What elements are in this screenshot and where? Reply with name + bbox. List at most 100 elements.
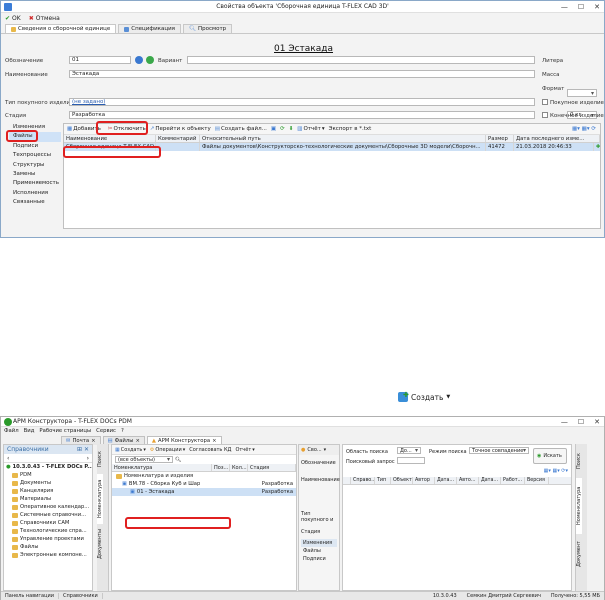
col-comment[interactable]: Комментарий bbox=[156, 135, 200, 142]
col-path[interactable]: Относительный путь bbox=[200, 135, 486, 142]
agree-kd-button[interactable]: Согласовать КД bbox=[189, 447, 231, 453]
object-filter-combo[interactable]: (все объекты) bbox=[115, 456, 173, 463]
nav-item-usage[interactable]: Применяемость bbox=[9, 179, 61, 188]
variant-field[interactable] bbox=[187, 56, 535, 64]
tree-item-electronics[interactable]: Электронные компоне... bbox=[4, 551, 92, 559]
download-icon[interactable]: ⬇ bbox=[289, 126, 294, 132]
vtab-search[interactable]: Поиск bbox=[97, 444, 103, 474]
tree-item-files[interactable]: Файлы bbox=[4, 543, 92, 551]
col-object[interactable]: Объект bbox=[391, 477, 413, 484]
tree-item-documents[interactable]: Документы bbox=[4, 479, 92, 487]
generate-icon[interactable] bbox=[146, 56, 154, 64]
search-view-options-icon[interactable]: ▦▾ ▦▾ ⟳▾ bbox=[544, 468, 568, 474]
ok-button[interactable]: ✔ OK bbox=[5, 15, 21, 22]
tree-item-materials[interactable]: Материалы bbox=[4, 495, 92, 503]
litera-combo[interactable] bbox=[567, 89, 597, 97]
col-author[interactable]: Автор bbox=[413, 477, 435, 484]
view-options-icon[interactable]: ▦▾ ▦▾ ⟳ bbox=[572, 126, 600, 132]
goto-object-button[interactable]: ↗ Перейти к объекту bbox=[150, 126, 211, 132]
back-icon[interactable]: ‹ bbox=[7, 455, 9, 462]
col-reference[interactable]: Справо... bbox=[351, 477, 375, 484]
col-version[interactable]: Версия bbox=[525, 477, 549, 484]
vtab-documents[interactable]: Документы bbox=[97, 524, 103, 564]
tree-item-system[interactable]: Системные справочни... bbox=[4, 511, 92, 519]
props-tab[interactable]: ● Сво... ▾ bbox=[299, 445, 339, 455]
operations-button[interactable]: ⚙ Операции ▾ bbox=[150, 447, 185, 453]
menu-help[interactable]: ? bbox=[121, 428, 124, 434]
tree-item-estakada[interactable]: ▣ 01 - Эстакада Разработка bbox=[112, 488, 296, 496]
col-nomenclature[interactable]: Номенклатура bbox=[112, 464, 212, 471]
search-query-input[interactable] bbox=[397, 457, 425, 464]
select-icon[interactable] bbox=[135, 56, 143, 64]
props-nav-files[interactable]: Файлы bbox=[299, 547, 339, 555]
col-qty[interactable]: Кол... bbox=[230, 464, 248, 471]
refresh-icon[interactable]: ⟳ bbox=[280, 126, 285, 132]
close-button[interactable]: ✕ bbox=[594, 3, 600, 11]
forward-icon[interactable]: › bbox=[87, 455, 92, 462]
col-date[interactable]: Дата последнего изме... bbox=[514, 135, 600, 142]
tree-item-assembly[interactable]: ▣ ВМ.78 - Сборка Куб и Шар Разработка bbox=[112, 480, 296, 488]
menu-file[interactable]: Файл bbox=[4, 428, 19, 434]
minimize-button[interactable]: — bbox=[561, 418, 568, 426]
maximize-button[interactable]: ☐ bbox=[578, 3, 584, 11]
create-button[interactable]: ▦ Создать ▾ bbox=[115, 447, 146, 453]
col-date2[interactable]: Дата... bbox=[479, 477, 501, 484]
menu-service[interactable]: Сервис bbox=[96, 428, 116, 434]
col-work[interactable]: Работ... bbox=[501, 477, 525, 484]
tab-navigation-panel[interactable]: Панель навигации bbox=[1, 593, 60, 599]
props-nav-signatures[interactable]: Подписи bbox=[299, 555, 339, 563]
close-button[interactable]: ✕ bbox=[594, 418, 600, 426]
col-date1[interactable]: Дата... bbox=[435, 477, 457, 484]
create-button[interactable]: ✚ Создать ▼ bbox=[398, 390, 458, 404]
nav-item-processes[interactable]: Техпроцессы bbox=[9, 151, 61, 160]
col-stage[interactable]: Стадия bbox=[248, 464, 296, 471]
col-author2[interactable]: Авто... bbox=[457, 477, 479, 484]
vtab-right-nomenclature[interactable]: Номенклатура bbox=[576, 478, 582, 534]
export-button[interactable]: Экспорт в *.txt bbox=[329, 126, 372, 132]
add-row-icon[interactable]: ✚ bbox=[594, 143, 600, 151]
menu-view[interactable]: Вид bbox=[24, 428, 35, 434]
stage-field[interactable]: Разработка bbox=[69, 111, 535, 119]
tree-item-pdm[interactable]: PDM bbox=[4, 471, 92, 479]
find-button[interactable]: ◉ Искать bbox=[533, 448, 567, 464]
name-field[interactable]: Эстакада bbox=[69, 70, 535, 78]
tab-preview[interactable]: 🔍︎ Просмотр bbox=[182, 24, 233, 33]
tree-root[interactable]: ● 10.3.0.43 - T-FLEX DOCs P... bbox=[4, 463, 92, 471]
vtab-right-search[interactable]: Поиск bbox=[576, 444, 582, 478]
vtab-nomenclature[interactable]: Номенклатура bbox=[97, 474, 103, 524]
tree-item-calendar[interactable]: Оперативное календар... bbox=[4, 503, 92, 511]
tree-item-nomenclature-root[interactable]: Номенклатура и изделия bbox=[112, 472, 296, 480]
vtab-right-document[interactable]: Документ bbox=[576, 534, 582, 574]
report-button[interactable]: ▥ Отчёт ▾ bbox=[297, 126, 324, 132]
tree-item-projects[interactable]: Управление проектами bbox=[4, 535, 92, 543]
tree-item-tech[interactable]: Технологические спра... bbox=[4, 527, 92, 535]
nav-item-replacements[interactable]: Замены bbox=[9, 170, 61, 179]
col-type[interactable]: Тип bbox=[375, 477, 391, 484]
nav-item-versions[interactable]: Исполнения bbox=[9, 189, 61, 198]
save-icon[interactable]: ▣ bbox=[271, 126, 276, 132]
menu-workpages[interactable]: Рабочие страницы bbox=[39, 428, 91, 434]
purchased-checkbox[interactable] bbox=[542, 99, 548, 105]
tree-item-office[interactable]: Канцелярия bbox=[4, 487, 92, 495]
cancel-button[interactable]: ✖ Отмена bbox=[29, 15, 60, 22]
search-area-combo[interactable]: До... bbox=[397, 447, 421, 454]
tab-assembly-info[interactable]: Сведения о сборочной единице bbox=[5, 24, 117, 33]
tab-references[interactable]: Справочники bbox=[59, 593, 103, 599]
designation-field[interactable]: 01 bbox=[69, 56, 131, 64]
pin-icon[interactable]: ⊞ ✕ bbox=[77, 445, 89, 454]
nav-item-structures[interactable]: Структуры bbox=[9, 161, 61, 170]
maximize-button[interactable]: ☐ bbox=[578, 418, 584, 426]
create-file-button[interactable]: ▤ Создать файл... bbox=[215, 126, 267, 132]
search-mode-combo[interactable]: Точное совпадение bbox=[469, 447, 529, 454]
purchased-type-field[interactable]: (не задано) bbox=[69, 98, 535, 106]
final-product-checkbox[interactable] bbox=[542, 112, 548, 118]
col-pos[interactable]: Поз... bbox=[212, 464, 230, 471]
nav-item-signatures[interactable]: Подписи bbox=[9, 142, 61, 151]
col-name[interactable]: Наименование bbox=[64, 135, 156, 142]
props-nav-changes[interactable]: Изменения bbox=[301, 539, 337, 547]
tree-item-cam[interactable]: Справочники САМ bbox=[4, 519, 92, 527]
tab-specification[interactable]: Спецификация bbox=[118, 24, 181, 33]
report-button[interactable]: Отчёт ▾ bbox=[235, 447, 254, 453]
search-icon[interactable]: 🔍︎ bbox=[175, 457, 181, 463]
col-size[interactable]: Размер bbox=[486, 135, 514, 142]
